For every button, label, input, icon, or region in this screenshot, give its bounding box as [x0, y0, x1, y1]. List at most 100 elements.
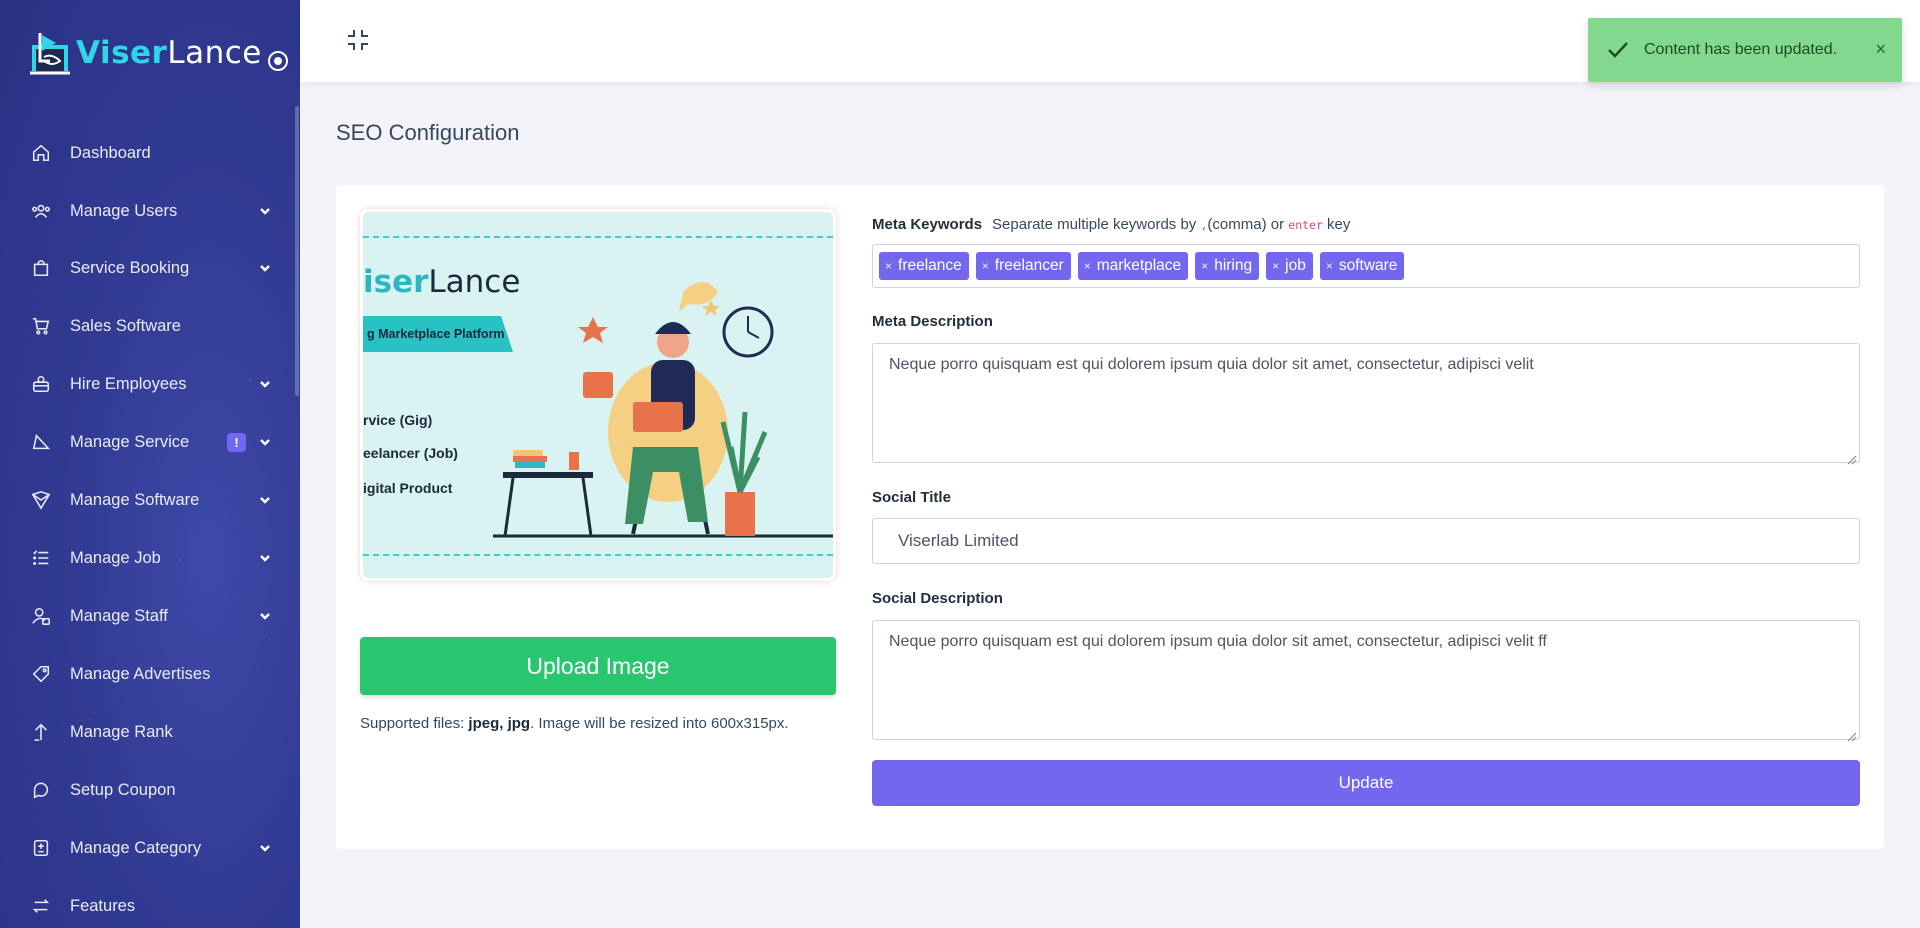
arrow-up-icon: [30, 721, 52, 743]
sidebar-item-label: Hire Employees: [70, 374, 187, 393]
social-description-textarea[interactable]: Neque porro quisquam est qui dolorem ips…: [872, 620, 1860, 742]
sidebar-item-label: Manage Users: [70, 201, 178, 220]
keyword-tag-label: job: [1285, 257, 1306, 274]
list-icon: [30, 547, 52, 569]
chevron-down-icon[interactable]: [258, 609, 272, 623]
sidebar-item-features[interactable]: Features: [0, 882, 300, 928]
sidebar: ViserLance Dashboard Manage Users Service …: [0, 0, 300, 928]
sidebar-item-label: Manage Staff: [70, 606, 168, 625]
freelancer-illustration: [493, 282, 833, 538]
keyword-tag[interactable]: × software: [1319, 252, 1405, 280]
sidebar-item-manage-category[interactable]: Manage Category: [0, 824, 300, 872]
sidebar-item-manage-advertises[interactable]: Manage Advertises: [0, 650, 300, 698]
fullscreen-collapse-icon[interactable]: [345, 27, 371, 53]
meta-keywords-input[interactable]: × freelance × freelancer × marketplace × hiring…: [872, 244, 1860, 288]
sidebar-item-hire-employees[interactable]: Hire Employees: [0, 360, 300, 408]
keyword-tag[interactable]: × job: [1266, 252, 1313, 280]
keyword-tag[interactable]: × freelancer: [975, 252, 1071, 280]
chevron-down-icon[interactable]: [258, 204, 272, 218]
warning-badge: !: [227, 433, 246, 452]
chevron-down-icon[interactable]: [258, 493, 272, 507]
remove-tag-icon[interactable]: ×: [885, 259, 892, 273]
sidebar-item-manage-software[interactable]: Manage Software: [0, 476, 300, 524]
chevron-down-icon[interactable]: [258, 551, 272, 565]
software-icon: [30, 489, 52, 511]
preview-divider: [363, 236, 833, 238]
social-title-input[interactable]: Viserlab Limited: [872, 518, 1860, 564]
remove-tag-icon[interactable]: ×: [982, 259, 989, 273]
meta-description-textarea[interactable]: Neque porro quisquam est qui dolorem ips…: [872, 343, 1860, 465]
coupon-icon: [30, 779, 52, 801]
sidebar-item-manage-rank[interactable]: Manage Rank: [0, 708, 300, 756]
sidebar-item-label: Sales Software: [70, 316, 181, 335]
staff-icon: [30, 605, 52, 627]
remove-tag-icon[interactable]: ×: [1272, 259, 1279, 273]
social-description-value: Neque porro quisquam est qui dolorem ips…: [889, 633, 1547, 650]
sidebar-item-label: Manage Category: [70, 838, 202, 857]
chevron-down-icon[interactable]: [258, 377, 272, 391]
upload-image-button[interactable]: Upload Image: [360, 637, 836, 695]
keyword-tag[interactable]: × marketplace: [1077, 252, 1189, 280]
meta-keywords-hint: Separate multiple keywords by ,(comma) o…: [992, 216, 1351, 233]
brand-name: ViserLance: [76, 35, 262, 71]
exchange-icon: [30, 895, 52, 917]
sidebar-toggle-icon[interactable]: [268, 51, 288, 71]
update-button[interactable]: Update: [872, 760, 1860, 806]
social-title-label: Social Title: [872, 489, 951, 506]
chevron-down-icon[interactable]: [258, 435, 272, 449]
sidebar-item-label: Manage Rank: [70, 722, 173, 741]
preview-line: igital Product: [363, 480, 453, 496]
sidebar-item-label: Service Booking: [70, 258, 190, 277]
cart-icon: [30, 315, 52, 337]
sidebar-item-manage-service[interactable]: Manage Service!: [0, 418, 300, 466]
sidebar-item-label: Manage Advertises: [70, 664, 211, 683]
keyword-tag-label: software: [1338, 257, 1398, 274]
remove-tag-icon[interactable]: ×: [1201, 259, 1208, 273]
sidebar-item-label: Manage Software: [70, 490, 200, 509]
social-description-label: Social Description: [872, 590, 1003, 607]
toast-message: Content has been updated.: [1644, 41, 1838, 58]
shopping-bag-icon: [30, 257, 52, 279]
preview-line: rvice (Gig): [363, 412, 433, 428]
success-toast: Content has been updated. ×: [1588, 18, 1902, 82]
sidebar-item-manage-staff[interactable]: Manage Staff: [0, 592, 300, 640]
remove-tag-icon[interactable]: ×: [1326, 259, 1333, 273]
sidebar-item-label: Setup Coupon: [70, 780, 176, 799]
preview-divider: [363, 554, 833, 556]
resize-handle-icon[interactable]: [1847, 727, 1857, 742]
keyword-tag-label: freelance: [898, 257, 962, 274]
keyword-tag-label: hiring: [1214, 257, 1253, 274]
page-title: SEO Configuration: [336, 120, 520, 145]
supported-files-note: Supported files: jpeg, jpg. Image will b…: [360, 715, 789, 732]
close-icon[interactable]: ×: [1875, 40, 1886, 58]
hire-icon: [30, 373, 52, 395]
logo-icon: [26, 27, 74, 79]
meta-description-value: Neque porro quisquam est qui dolorem ips…: [889, 356, 1534, 373]
sidebar-item-dashboard[interactable]: Dashboard: [0, 129, 300, 177]
sidebar-item-setup-coupon[interactable]: Setup Coupon: [0, 766, 300, 814]
sidebar-item-manage-users[interactable]: Manage Users: [0, 187, 300, 235]
sidebar-item-label: Manage Job: [70, 548, 161, 567]
sidebar-item-label: Features: [70, 896, 136, 915]
meta-description-label: Meta Description: [872, 313, 993, 330]
sidebar-item-label: Dashboard: [70, 143, 151, 162]
sidebar-item-label: Manage Service: [70, 432, 190, 451]
tag-icon: [30, 663, 52, 685]
keyword-tag-label: freelancer: [994, 257, 1064, 274]
sidebar-item-sales-software[interactable]: Sales Software: [0, 302, 300, 350]
chevron-down-icon[interactable]: [258, 261, 272, 275]
meta-keywords-label: Meta Keywords Separate multiple keywords …: [872, 216, 1351, 233]
remove-tag-icon[interactable]: ×: [1084, 259, 1091, 273]
check-icon: [1606, 38, 1630, 62]
category-icon: [30, 837, 52, 859]
service-icon: [30, 431, 52, 453]
chevron-down-icon[interactable]: [258, 841, 272, 855]
sidebar-item-service-booking[interactable]: Service Booking: [0, 244, 300, 292]
sidebar-item-manage-job[interactable]: Manage Job: [0, 534, 300, 582]
resize-handle-icon[interactable]: [1847, 450, 1857, 465]
keyword-tag[interactable]: × hiring: [1195, 252, 1260, 280]
users-icon: [30, 200, 52, 222]
brand-logo[interactable]: ViserLance: [0, 0, 300, 106]
keyword-tag[interactable]: × freelance: [879, 252, 969, 280]
seo-image-preview: iserLance g Marketplace Platform rvice (…: [360, 209, 836, 581]
